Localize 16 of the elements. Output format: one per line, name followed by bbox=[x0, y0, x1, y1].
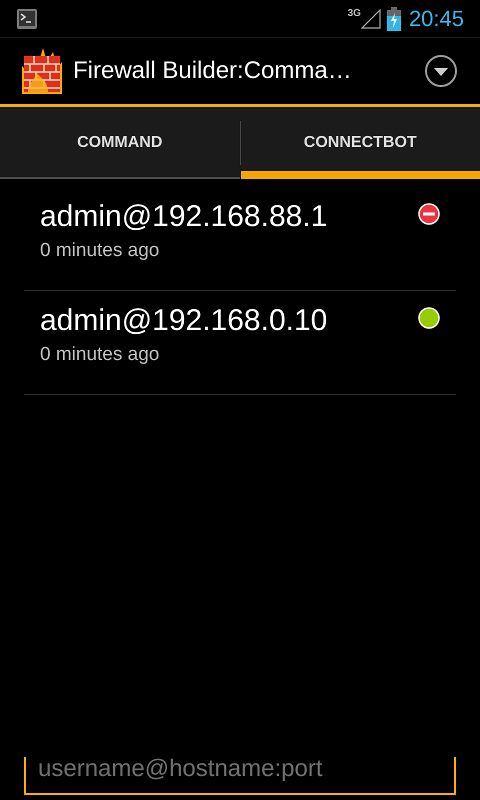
network-type: 3G bbox=[348, 8, 361, 18]
host-row[interactable]: admin@192.168.88.1 0 minutes ago bbox=[24, 187, 456, 291]
host-row[interactable]: admin@192.168.0.10 0 minutes ago bbox=[24, 291, 456, 395]
app-title: Firewall Builder:Comma… bbox=[73, 56, 353, 86]
last-connected-time: 0 minutes ago bbox=[40, 239, 160, 263]
clock: 20:45 bbox=[408, 5, 464, 33]
signal-icon bbox=[360, 8, 381, 28]
terminal-icon bbox=[16, 8, 38, 30]
dropdown-icon[interactable] bbox=[424, 54, 458, 88]
battery-charging-icon bbox=[386, 6, 401, 30]
host-name: admin@192.168.88.1 bbox=[40, 199, 328, 235]
tab[interactable]: COMMAND bbox=[0, 107, 240, 179]
tab[interactable]: CONNECTBOT bbox=[240, 107, 480, 179]
host-name: admin@192.168.0.10 bbox=[40, 303, 328, 339]
host-input-field[interactable]: username@hostname:port bbox=[24, 757, 456, 795]
last-connected-time: 0 minutes ago bbox=[40, 343, 160, 367]
